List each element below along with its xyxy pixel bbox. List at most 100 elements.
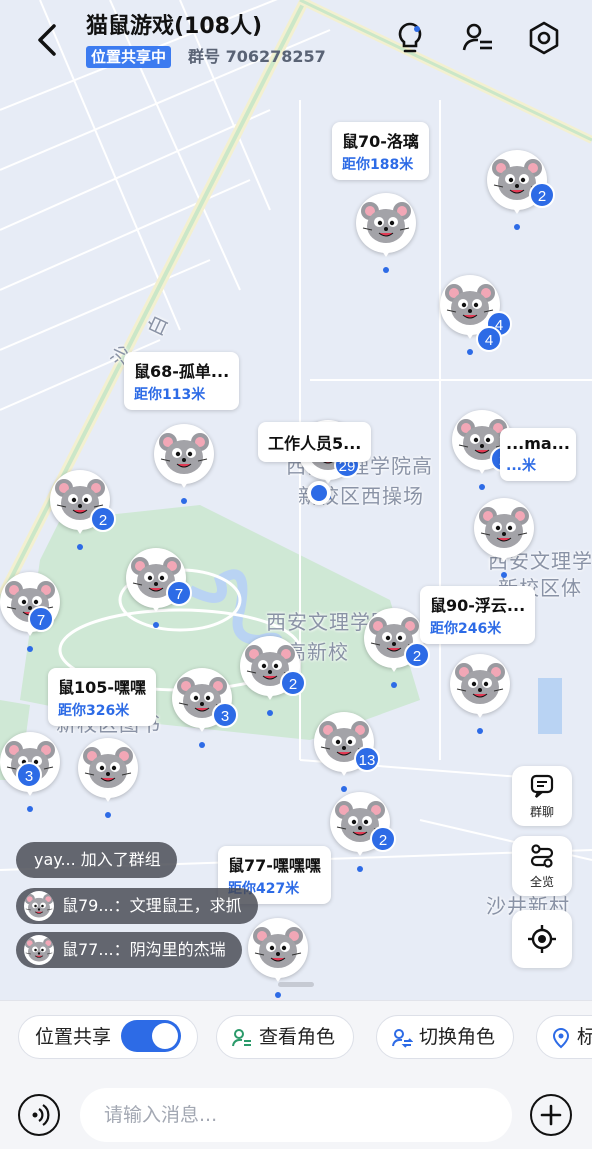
cluster-count-badge: 2 (370, 826, 396, 852)
player-name: 鼠90-浮云... (430, 596, 526, 615)
back-icon[interactable] (30, 20, 66, 60)
group-chat-button[interactable]: 群聊 (512, 766, 572, 826)
route-icon (530, 844, 554, 868)
cluster-count-badge: 3 (212, 702, 238, 728)
plus-icon (540, 1104, 562, 1126)
chat-toast-text: yay... 加入了群组 (34, 850, 161, 869)
page-title: 猫鼠游戏(108人) (86, 14, 263, 39)
locate-button[interactable] (512, 910, 572, 968)
view-roles-button[interactable]: 查看角色 (216, 1015, 355, 1059)
mouse-player-pin[interactable] (356, 193, 416, 273)
toggle-switch[interactable] (121, 1019, 182, 1052)
mouse-avatar-icon (253, 927, 303, 968)
player-label[interactable]: ...ma... ...米 (500, 428, 576, 481)
cluster-count-badge: 2 (529, 182, 555, 208)
player-label[interactable]: 鼠68-孤单... 距你113米 (124, 352, 240, 410)
avatar (24, 934, 54, 965)
voice-button[interactable] (18, 1094, 60, 1136)
mouse-player-pin[interactable] (78, 738, 138, 818)
person-list-icon (232, 1028, 251, 1046)
mouse-player-pin[interactable] (474, 498, 534, 578)
members-icon[interactable] (460, 20, 496, 56)
player-distance: 距你326米 (58, 703, 130, 719)
chat-toast: 鼠79...：文理鼠王，求抓 (16, 888, 258, 924)
player-distance: ...米 (506, 458, 536, 474)
pin-anchor-dot (477, 728, 483, 734)
chat-toast: yay... 加入了群组 (16, 842, 177, 878)
cluster-count-badge: 7 (28, 606, 54, 632)
player-label[interactable]: 鼠90-浮云... 距你246米 (420, 586, 536, 644)
pin-anchor-dot (267, 710, 273, 716)
mouse-player-pin[interactable]: 13 (314, 712, 380, 792)
marker-button[interactable]: 标 (536, 1015, 592, 1059)
pin-anchor-dot (501, 572, 507, 578)
player-name: ...ma... (506, 434, 570, 453)
chat-toast-text: 鼠77...：阴沟里的杰瑞 (62, 940, 226, 959)
mouse-player-pin[interactable]: 3 (172, 668, 238, 748)
player-name: 鼠70-洛璃 (342, 132, 419, 151)
map-pin-icon (552, 1027, 570, 1048)
pin-anchor-dot (383, 267, 389, 273)
cluster-count-badge: 7 (166, 580, 192, 606)
pin-anchor-dot (181, 498, 187, 504)
overview-button[interactable]: 全览 (512, 836, 572, 896)
mouse-avatar-icon (479, 507, 529, 548)
player-distance: 距你113米 (134, 387, 206, 403)
avatar (24, 890, 54, 921)
mouse-player-pin[interactable]: 3 (0, 732, 60, 812)
group-number: 群号 706278257 (188, 47, 326, 66)
mouse-player-pin[interactable] (450, 654, 510, 734)
location-sharing-label: 位置共享 (35, 1026, 112, 1048)
location-sharing-badge: 位置共享中 (86, 46, 172, 68)
message-composer (0, 1072, 592, 1149)
settings-icon[interactable] (526, 20, 562, 56)
drag-handle[interactable] (278, 982, 314, 987)
mouse-avatar-icon (455, 663, 505, 704)
location-sharing-toggle[interactable]: 位置共享 (18, 1015, 199, 1059)
pin-anchor-dot (467, 349, 473, 355)
pin-anchor-dot (479, 484, 485, 490)
cluster-count-badge: 3 (16, 762, 42, 788)
mouse-avatar-icon (24, 893, 54, 918)
mouse-player-pin[interactable]: 2 (50, 470, 116, 550)
chat-icon (530, 774, 554, 798)
player-name: 鼠77-嘿嘿嘿 (228, 856, 321, 875)
player-label[interactable]: 鼠105-嘿嘿 距你326米 (48, 668, 157, 726)
switch-person-icon (392, 1028, 414, 1048)
group-chat-label: 群聊 (529, 805, 554, 819)
voice-icon (32, 1104, 50, 1126)
pin-anchor-dot (391, 682, 397, 688)
pin-anchor-dot (27, 646, 33, 652)
mouse-avatar-icon (24, 937, 54, 962)
cluster-count-badge: 4 (476, 326, 502, 352)
mouse-player-pin[interactable]: 2 (364, 608, 430, 688)
mouse-player-pin[interactable]: 2 (487, 150, 555, 230)
pin-anchor-dot (153, 622, 159, 628)
mouse-player-pin[interactable]: 2 (330, 792, 396, 872)
switch-role-button[interactable]: 切换角色 (376, 1015, 515, 1059)
cluster-count-badge: 2 (280, 670, 306, 696)
mouse-player-pin[interactable]: 2 (240, 636, 306, 716)
view-roles-label: 查看角色 (259, 1026, 336, 1048)
add-button[interactable] (530, 1094, 572, 1136)
player-label[interactable]: 工作人员5... (258, 422, 372, 462)
marker-label: 标 (577, 1026, 592, 1048)
pin-anchor-dot (27, 806, 33, 812)
cluster-count-badge: 13 (354, 746, 380, 772)
pin-anchor-dot (275, 992, 281, 998)
overview-label: 全览 (529, 875, 554, 889)
mouse-player-pin[interactable]: 7 (0, 572, 60, 652)
pin-anchor-dot (357, 866, 363, 872)
player-distance: 距你246米 (430, 621, 502, 637)
player-label[interactable]: 鼠70-洛璃 距你188米 (332, 122, 429, 180)
pin-anchor-dot (77, 544, 83, 550)
message-input[interactable] (80, 1088, 512, 1142)
chat-toast-text: 鼠79...：文理鼠王，求抓 (62, 896, 242, 915)
header: 猫鼠游戏(108人) 位置共享中 群号 706278257 (0, 0, 592, 80)
cluster-count-badge: 2 (90, 506, 116, 532)
mouse-player-pin[interactable]: 7 (126, 548, 192, 628)
lightbulb-icon[interactable] (392, 20, 428, 56)
switch-role-label: 切换角色 (419, 1026, 496, 1048)
cluster-count-badge: 2 (404, 642, 430, 668)
mouse-player-pin[interactable] (154, 424, 214, 504)
